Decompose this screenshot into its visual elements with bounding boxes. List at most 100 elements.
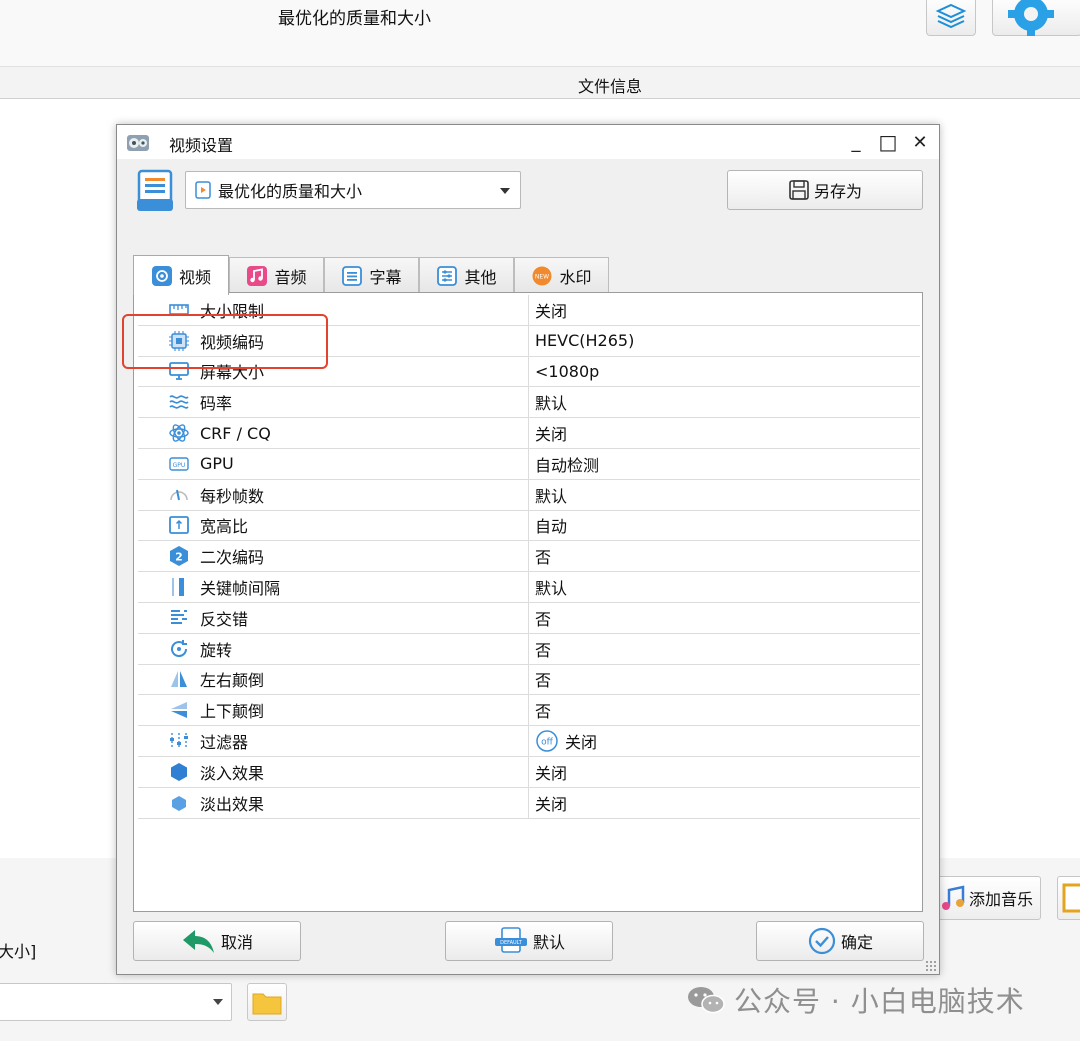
setting-row[interactable]: 左右颠倒 否 [138,664,920,696]
setting-value-cell[interactable]: 关闭 [529,418,920,448]
setting-name-cell: 上下颠倒 [138,695,529,726]
setting-value: 关闭 [535,301,568,321]
setting-row[interactable]: 淡入效果 关闭 [138,756,920,788]
setting-value-cell[interactable]: 默认 [529,480,920,510]
svg-text:2: 2 [175,551,183,564]
setting-row[interactable]: 每秒帧数 默认 [138,479,920,511]
subtitle-tab-icon [342,266,363,286]
app-toolbar: 最优化的质量和大小 [0,0,1080,66]
fade-out-icon [172,795,186,811]
tab-audio[interactable]: 音频 [229,257,324,294]
setting-value: 否 [535,702,552,722]
setting-value: 否 [535,671,552,691]
maximize-button[interactable]: □ [875,129,901,155]
chevron-down-icon [213,999,223,1005]
setting-value-cell[interactable]: 否 [529,634,920,664]
setting-value-cell[interactable]: 否 [529,541,920,571]
video-codec-highlight [122,314,328,369]
setting-value-cell[interactable]: 关闭 [529,295,920,325]
setting-name-cell: 过滤器 [138,726,529,756]
setting-name: 二次编码 [200,548,265,568]
svg-text:NEW: NEW [535,274,549,281]
setting-value-cell[interactable]: HEVC(H265) [529,326,920,356]
settings-grid: 大小限制 关闭 视频编码 HEVC(H265) 屏幕大小 <1080p 码率 默认 CRF / … [138,295,920,819]
save-as-button[interactable]: 另存为 [727,170,923,210]
setting-row[interactable]: 淡出效果 关闭 [138,787,920,819]
tab-other[interactable]: 其他 [419,257,514,294]
settings-button[interactable] [992,0,1080,37]
setting-value-cell[interactable]: 否 [529,603,920,633]
setting-value: HEVC(H265) [535,331,635,351]
setting-row[interactable]: 码率 默认 [138,387,920,419]
setting-value: <1080p [535,361,600,381]
setting-name-cell: 关键帧间隔 [138,572,529,602]
setting-row[interactable]: 旋转 否 [138,633,920,665]
dialog-title: 视频设置 [169,136,234,155]
setting-name-cell: 每秒帧数 [138,479,529,510]
setting-value-cell[interactable]: 否 [529,695,920,725]
waves-icon [169,395,189,409]
setting-row[interactable]: 反交错 否 [138,602,920,634]
flip-horizontal-icon [171,671,187,688]
setting-value: 自动检测 [535,455,600,475]
setting-name-cell: 旋转 [138,633,529,664]
tab-label: 视频 [178,267,211,287]
default-button[interactable]: DEFAULT 默认 [445,921,613,961]
setting-value-cell[interactable]: 否 [529,665,920,695]
tab-video[interactable]: 视频 [133,255,229,295]
profile-title: 最优化的质量和大小 [278,9,431,29]
watermark: 公众号 · 小白电脑技术 [686,980,1025,1020]
setting-row[interactable]: 关键帧间隔 默认 [138,572,920,603]
setting-row[interactable]: 2 二次编码 否 [138,541,920,573]
video-file-icon [195,181,211,199]
add-music-label: 添加音乐 [969,890,1034,909]
setting-value-cell[interactable]: <1080p [529,357,920,387]
profile-select[interactable]: 最优化的质量和大小 [185,171,521,209]
chevron-down-icon [500,188,510,194]
setting-name-cell: 左右颠倒 [138,664,529,695]
setting-value-cell[interactable]: 默认 [529,572,920,602]
setting-row[interactable]: 宽高比 自动 [138,510,920,542]
close-button[interactable]: ✕ [907,129,933,155]
video-tab-icon [151,265,172,286]
output-folder-select[interactable] [0,983,232,1021]
setting-row[interactable]: GPU GPU 自动检测 [138,448,920,480]
deinterlace-icon [171,609,187,624]
setting-value-cell[interactable]: off 关闭 [529,726,920,756]
watermark-text: 公众号 · 小白电脑技术 [734,985,1025,1018]
dialog-titlebar[interactable]: 视频设置 _ □ ✕ [117,125,939,159]
setting-value: 默认 [535,486,568,506]
setting-value-cell[interactable]: 自动检测 [529,449,920,479]
svg-text:GPU: GPU [173,462,186,469]
off-badge-text: off [541,738,554,748]
default-document-icon: DEFAULT [494,927,527,953]
confirm-button[interactable]: 确定 [756,921,924,961]
setting-name: 关键帧间隔 [200,579,281,599]
setting-value-cell[interactable]: 默认 [529,387,920,417]
minimize-button[interactable]: _ [843,129,869,155]
setting-row[interactable]: 上下颠倒 否 [138,695,920,727]
setting-name-cell: CRF / CQ [138,418,529,448]
fade-in-icon [171,762,187,781]
add-music-button[interactable]: 添加音乐 [934,876,1041,920]
extra-button[interactable] [1057,876,1080,920]
file-info-title: 文件信息 [578,77,643,96]
layers-button[interactable] [926,0,976,36]
wechat-icon [688,987,725,1014]
setting-value-cell[interactable]: 关闭 [529,757,920,787]
setting-row[interactable]: CRF / CQ 关闭 [138,418,920,449]
setting-value: 自动 [535,517,568,537]
setting-name-cell: 淡出效果 [138,787,529,818]
setting-value-cell[interactable]: 关闭 [529,788,920,818]
tab-subtitle[interactable]: 字幕 [324,257,419,294]
setting-value-cell[interactable]: 自动 [529,511,920,541]
app-icon [127,135,149,151]
setting-name: 左右颠倒 [200,671,265,691]
cancel-button[interactable]: 取消 [133,921,301,961]
resize-grip[interactable] [925,960,937,972]
setting-name-cell: 宽高比 [138,510,529,541]
setting-value: 默认 [535,579,568,599]
setting-row[interactable]: 过滤器 off 关闭 [138,726,920,757]
tab-watermark[interactable]: NEW 水印 [514,257,609,294]
browse-folder-button[interactable] [247,983,287,1021]
